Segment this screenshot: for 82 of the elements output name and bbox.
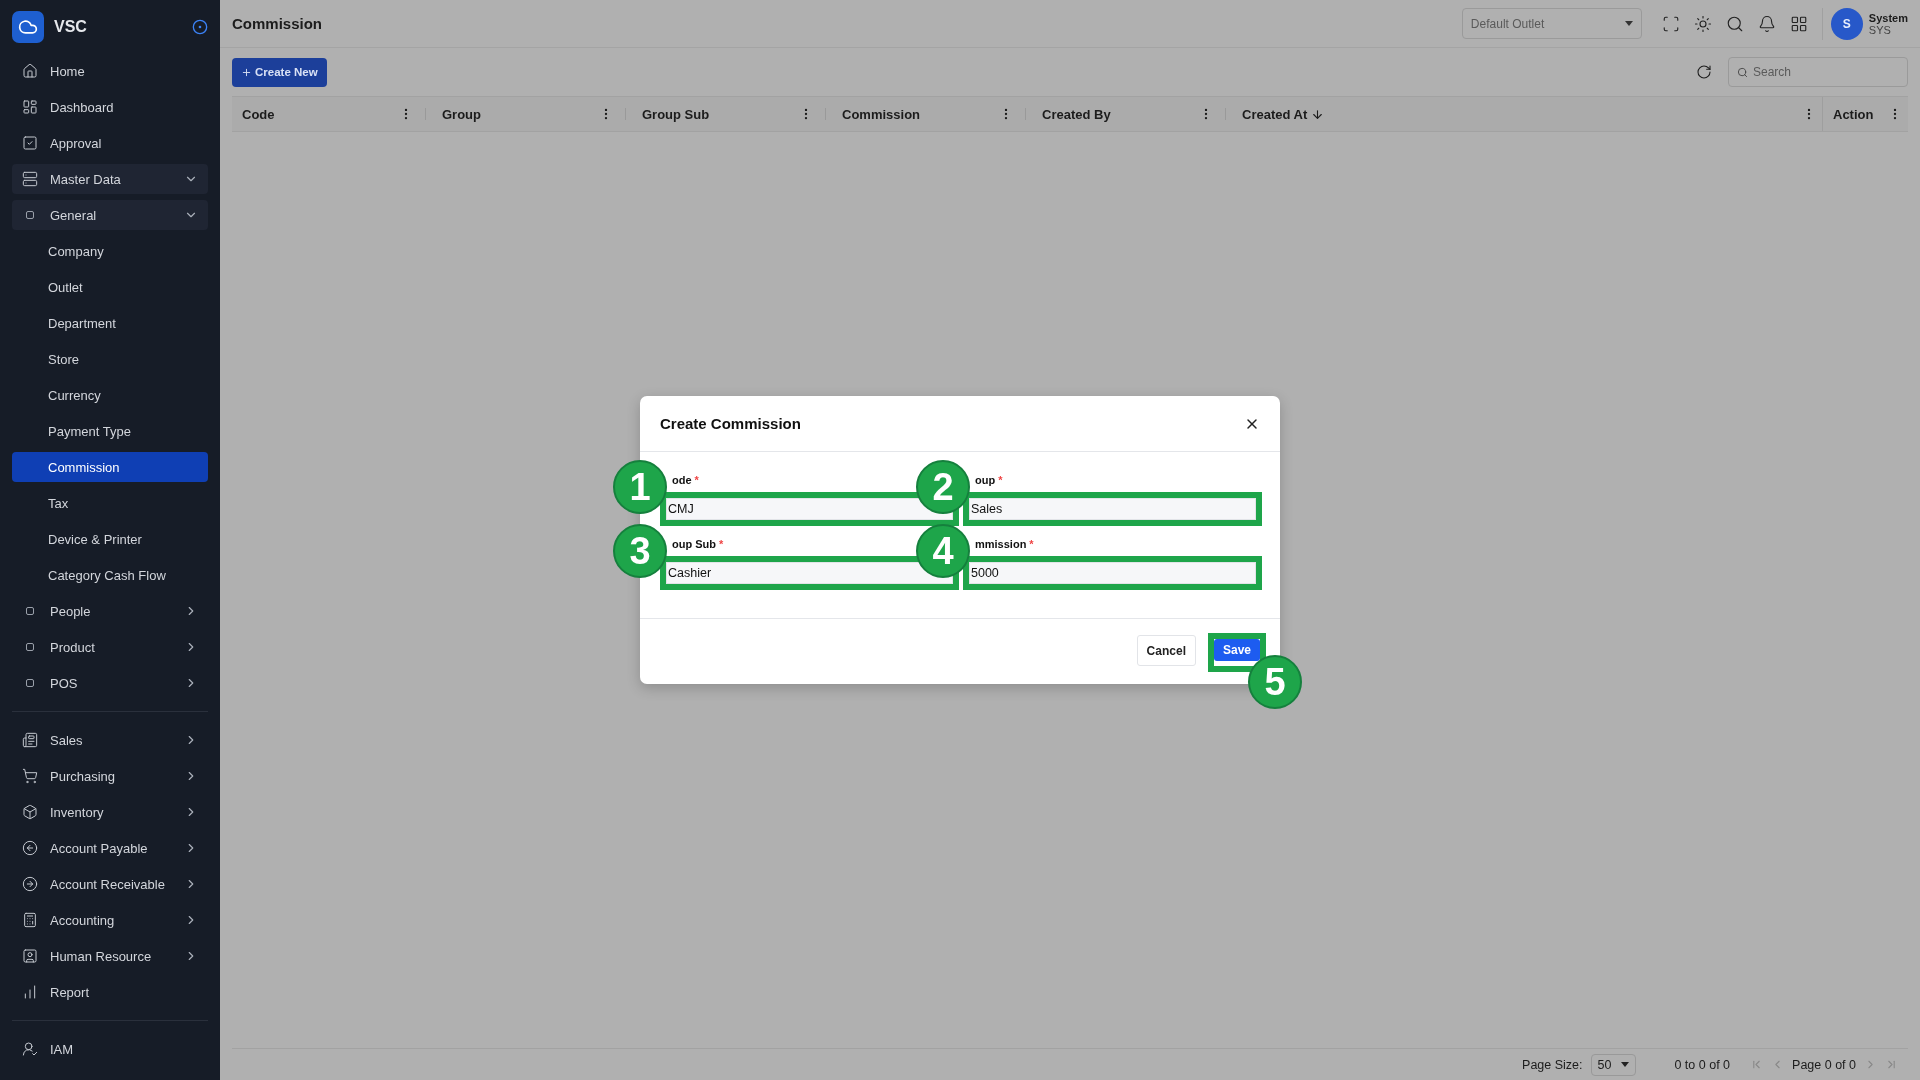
user-card-icon bbox=[22, 948, 38, 964]
bell-icon[interactable] bbox=[1757, 14, 1776, 33]
caret-icon bbox=[1621, 1062, 1630, 1067]
search-icon bbox=[1737, 67, 1748, 78]
server-icon bbox=[22, 171, 38, 187]
sidebar-item[interactable]: Device & Printer bbox=[12, 524, 208, 554]
sidebar-item[interactable]: Commission bbox=[12, 452, 208, 482]
sidebar-item[interactable]: Accounting bbox=[12, 905, 208, 935]
list-icon bbox=[22, 732, 38, 748]
sidebar-item[interactable]: General bbox=[12, 200, 208, 230]
sidebar-item[interactable]: POS bbox=[12, 668, 208, 698]
step-marker: 2 bbox=[916, 460, 970, 514]
sidebar-item[interactable]: Department bbox=[12, 308, 208, 338]
checkbox-icon bbox=[22, 135, 38, 151]
column-header[interactable]: Action bbox=[1822, 97, 1908, 131]
arrow-left-circle-icon bbox=[22, 840, 38, 856]
search-icon[interactable] bbox=[1725, 14, 1744, 33]
user-check-icon bbox=[22, 1041, 38, 1057]
field-label: mmission * bbox=[975, 538, 1034, 552]
sidebar-item[interactable]: Currency bbox=[12, 380, 208, 410]
input-field[interactable]: 5000 bbox=[969, 562, 1256, 584]
sidebar-item[interactable]: Human Resource bbox=[12, 941, 208, 971]
caret-icon bbox=[1624, 21, 1633, 26]
dashboard-icon bbox=[22, 99, 38, 115]
sidebar-item[interactable]: Account Receivable bbox=[12, 869, 208, 899]
sidebar-item[interactable]: Purchasing bbox=[12, 761, 208, 791]
sidebar-item[interactable]: Home bbox=[12, 56, 208, 86]
sidebar-item[interactable]: Outlet bbox=[12, 272, 208, 302]
sidebar-item[interactable]: Payment Type bbox=[12, 416, 208, 446]
field-label: ode * bbox=[672, 474, 699, 488]
sidebar-item[interactable]: Approval bbox=[12, 128, 208, 158]
save-button[interactable]: Save bbox=[1213, 639, 1260, 661]
step-marker: 4 bbox=[916, 524, 970, 578]
cart-icon bbox=[22, 768, 38, 784]
sidebar-item[interactable]: Company bbox=[12, 236, 208, 266]
sidebar-item[interactable]: Account Payable bbox=[12, 833, 208, 863]
column-header[interactable]: Created At bbox=[1232, 97, 1822, 131]
sort-down-icon bbox=[1311, 107, 1325, 121]
input-field[interactable]: Sales bbox=[969, 498, 1256, 520]
page-size-select[interactable]: 50 bbox=[1590, 1053, 1637, 1076]
sidebar-item[interactable]: Category Cash Flow bbox=[12, 560, 208, 590]
arrow-right-circle-icon bbox=[22, 876, 38, 892]
sidebar-item[interactable]: Report bbox=[12, 977, 208, 1007]
user-avatar[interactable]: S bbox=[1830, 7, 1863, 40]
field-label: oup Sub * bbox=[672, 538, 724, 552]
page-size-label: Page Size: bbox=[1522, 1057, 1583, 1072]
column-header[interactable]: Commission bbox=[832, 97, 1032, 131]
sidebar-item[interactable]: Dashboard bbox=[12, 92, 208, 122]
cancel-button[interactable]: Cancel bbox=[1136, 635, 1196, 666]
column-header[interactable]: Group bbox=[432, 97, 632, 131]
page-title: Commission bbox=[232, 15, 323, 32]
brand-name: VSC bbox=[54, 17, 88, 36]
home-icon bbox=[22, 63, 38, 79]
create-new-button[interactable]: Create New bbox=[232, 57, 327, 87]
sun-icon[interactable] bbox=[1693, 14, 1712, 33]
box-icon bbox=[22, 804, 38, 820]
sidebar-item[interactable]: Sales bbox=[12, 725, 208, 755]
column-header[interactable]: Group Sub bbox=[632, 97, 832, 131]
user-name: System bbox=[1868, 11, 1908, 24]
field-label: oup * bbox=[975, 474, 1003, 488]
bar-chart-icon bbox=[22, 984, 38, 1000]
logo-icon bbox=[12, 10, 44, 43]
sidebar-item[interactable]: People bbox=[12, 596, 208, 626]
sidebar-item[interactable]: Master Data bbox=[12, 164, 208, 194]
sidebar-item[interactable]: Store bbox=[12, 344, 208, 374]
search-field[interactable]: Search bbox=[1728, 57, 1908, 87]
page-indicator: Page 0 of 0 bbox=[1792, 1057, 1856, 1072]
sidebar-item[interactable]: Product bbox=[12, 632, 208, 662]
apps-icon[interactable] bbox=[1789, 14, 1808, 33]
refresh-icon[interactable] bbox=[1696, 64, 1712, 80]
column-header[interactable]: Created By bbox=[1032, 97, 1232, 131]
sidebar-toggle-icon[interactable] bbox=[192, 18, 208, 35]
sidebar-item[interactable]: Inventory bbox=[12, 797, 208, 827]
row-range: 0 to 0 of 0 bbox=[1674, 1057, 1731, 1072]
fullscreen-icon[interactable] bbox=[1661, 14, 1680, 33]
user-code: SYS bbox=[1868, 23, 1891, 36]
plus-icon bbox=[241, 66, 252, 78]
sidebar-item[interactable]: IAM bbox=[12, 1034, 208, 1064]
column-header[interactable]: Code bbox=[232, 97, 432, 131]
dialog-title: Create Commission bbox=[660, 415, 801, 432]
calculator-icon bbox=[22, 912, 38, 928]
sidebar-item[interactable]: Tax bbox=[12, 488, 208, 518]
